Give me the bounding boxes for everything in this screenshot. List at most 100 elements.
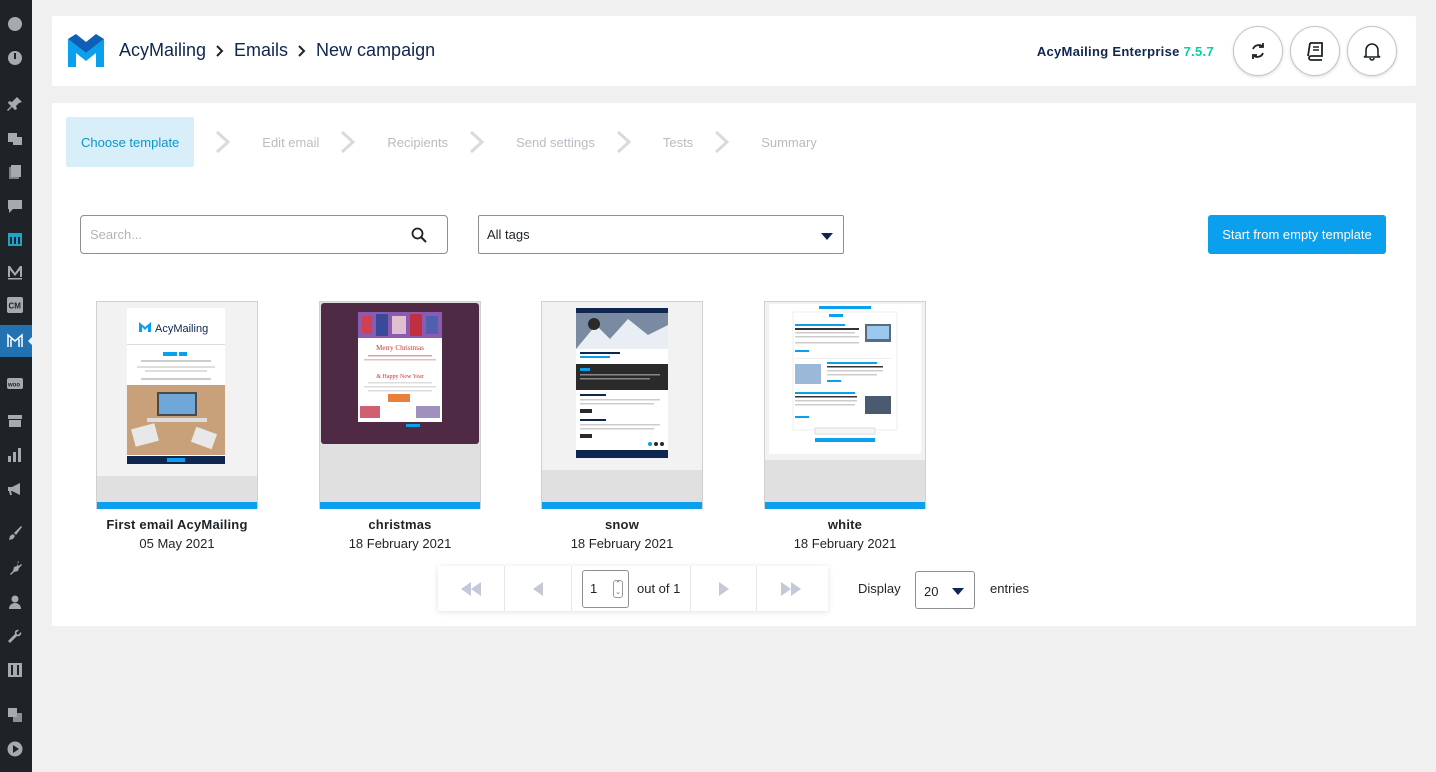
edition-label: AcyMailing Enterprise 7.5.7 <box>1037 44 1214 59</box>
dashboard-icon[interactable] <box>6 14 24 32</box>
search-input[interactable] <box>81 216 381 253</box>
template-card[interactable]: Merry Christmas & Happy New Year christm… <box>319 301 481 551</box>
pagination: 1 ⌃ ⌄ out of 1 <box>438 566 828 611</box>
last-page-button[interactable] <box>757 566 824 611</box>
documentation-button[interactable] <box>1290 26 1340 76</box>
pin-icon[interactable] <box>6 95 24 113</box>
translate-icon[interactable] <box>6 706 24 724</box>
double-right-arrow-icon <box>780 581 801 596</box>
acymailing-icon[interactable] <box>6 332 24 350</box>
template-date: 18 February 2021 <box>570 536 674 551</box>
template-color-bar <box>765 502 925 509</box>
woo-icon[interactable]: woo <box>6 375 24 393</box>
step-summary[interactable]: Summary <box>761 117 817 167</box>
template-color-bar <box>320 502 480 509</box>
svg-text:AcyMailing: AcyMailing <box>155 323 208 335</box>
svg-text:woo: woo <box>7 383 20 389</box>
breadcrumb-emails[interactable]: Emails <box>234 40 288 61</box>
step-recipients[interactable]: Recipients <box>387 117 448 167</box>
page-number-value: 1 <box>590 581 598 596</box>
caret-down-icon <box>952 588 964 595</box>
template-card[interactable]: snow 18 February 2021 <box>541 301 703 551</box>
step-chevron-icon <box>341 130 356 154</box>
first-page-button[interactable] <box>438 566 505 611</box>
template-name: snow <box>604 517 640 532</box>
entries-per-page-value: 20 <box>924 584 939 599</box>
cm-icon[interactable]: CM <box>6 296 24 314</box>
m-letter-icon[interactable] <box>6 263 24 281</box>
refresh-button[interactable] <box>1233 26 1283 76</box>
svg-text:Merry Christmas: Merry Christmas <box>376 344 424 352</box>
template-color-bar <box>97 502 257 509</box>
comments-icon[interactable] <box>6 197 24 215</box>
template-preview-image <box>542 302 702 470</box>
entries-label: entries <box>990 581 1030 596</box>
step-choose-template[interactable]: Choose template <box>66 117 195 167</box>
refresh-icon <box>1252 43 1264 59</box>
template-date: 05 May 2021 <box>139 536 215 551</box>
start-empty-template-button[interactable]: Start from empty template <box>1208 215 1386 254</box>
calendar-icon[interactable] <box>6 230 24 248</box>
notifications-button[interactable] <box>1347 26 1397 76</box>
template-card[interactable]: white 18 February 2021 <box>764 301 926 551</box>
step-edit-email[interactable]: Edit email <box>262 117 319 167</box>
right-arrow-icon <box>718 581 729 596</box>
step-tests[interactable]: Tests <box>663 117 693 167</box>
megaphone-icon[interactable] <box>6 480 24 498</box>
active-menu-arrow <box>28 337 32 345</box>
template-preview-image: Merry Christmas & Happy New Year <box>321 303 479 444</box>
template-date: 18 February 2021 <box>348 536 452 551</box>
display-label: Display <box>858 581 901 596</box>
book-icon <box>1307 42 1323 61</box>
template-thumbnail[interactable]: AcyMailing <box>96 301 258 509</box>
template-search <box>80 215 448 254</box>
step-chevron-icon <box>715 130 730 154</box>
version-number: 7.5.7 <box>1183 44 1214 59</box>
page-number-input[interactable]: 1 ⌃ ⌄ <box>582 569 629 608</box>
entries-per-page-select[interactable]: 20 <box>915 571 975 609</box>
tags-select[interactable]: All tags <box>478 215 844 254</box>
template-name: christmas <box>368 517 432 532</box>
search-icon[interactable] <box>411 227 427 243</box>
tools-icon[interactable] <box>6 627 24 645</box>
settings-icon[interactable] <box>6 661 24 679</box>
template-name: First email AcyMailing <box>106 517 248 532</box>
breadcrumb-acymailing[interactable]: AcyMailing <box>119 40 206 61</box>
chevron-right-icon <box>298 44 306 57</box>
stats-icon[interactable] <box>6 446 24 464</box>
appearance-icon[interactable] <box>6 524 24 542</box>
tags-select-value: All tags <box>487 227 530 242</box>
breadcrumb: AcyMailing Emails New campaign <box>119 40 435 61</box>
users-icon[interactable] <box>6 593 24 611</box>
plugins-icon[interactable] <box>6 559 24 577</box>
acymailing-logo-icon <box>68 34 104 67</box>
double-left-arrow-icon <box>461 581 481 596</box>
page-number-stepper[interactable]: ⌃ ⌄ <box>613 579 623 598</box>
previous-page-button[interactable] <box>505 566 572 611</box>
template-card[interactable]: AcyMailing First email AcyMailing 05 May… <box>96 301 258 551</box>
play-icon[interactable] <box>6 740 24 758</box>
template-preview-image: AcyMailing <box>97 302 257 476</box>
next-page-button[interactable] <box>690 566 758 611</box>
template-thumbnail[interactable] <box>764 301 926 509</box>
wp-admin-sidebar: CM woo <box>0 0 32 772</box>
media-icon[interactable] <box>6 129 24 147</box>
campaign-panel: Choose template Edit email Recipients Se… <box>52 103 1416 626</box>
template-thumbnail[interactable] <box>541 301 703 509</box>
caret-down-icon <box>821 233 833 240</box>
step-chevron-icon <box>470 130 485 154</box>
breadcrumb-new-campaign: New campaign <box>316 40 436 60</box>
template-date: 18 February 2021 <box>793 536 897 551</box>
page-total: out of 1 <box>637 581 681 596</box>
template-thumbnail[interactable]: Merry Christmas & Happy New Year <box>319 301 481 509</box>
bell-icon <box>1363 43 1381 61</box>
gauge-icon[interactable] <box>6 49 24 67</box>
archive-icon[interactable] <box>6 412 24 430</box>
template-name: white <box>827 517 863 532</box>
edition-name: AcyMailing Enterprise <box>1036 44 1180 59</box>
pages-icon[interactable] <box>6 163 24 181</box>
campaign-steps: Choose template Edit email Recipients Se… <box>66 117 817 167</box>
step-send-settings[interactable]: Send settings <box>516 117 595 167</box>
template-color-bar <box>542 502 702 509</box>
step-chevron-icon <box>616 130 632 154</box>
